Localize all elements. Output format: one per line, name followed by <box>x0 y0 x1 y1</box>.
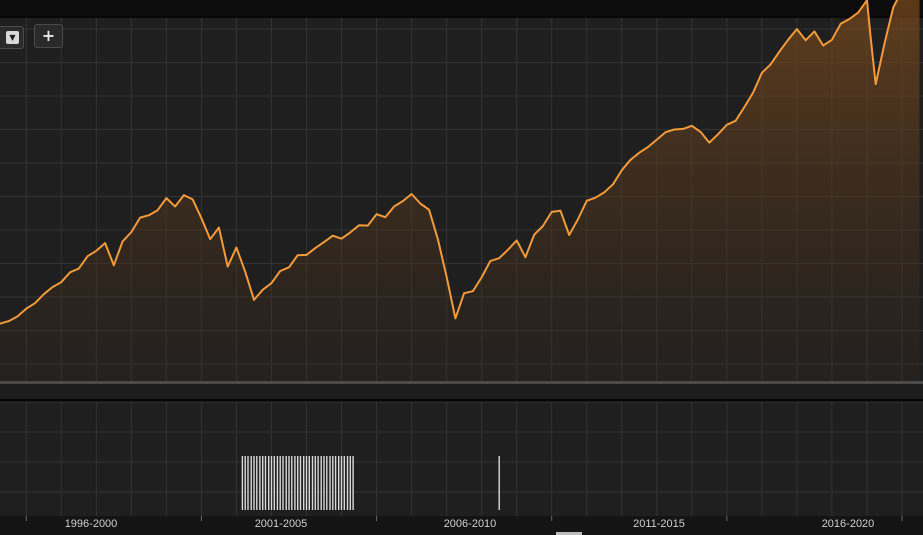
volume-bar <box>259 456 261 510</box>
volume-bar <box>311 456 314 510</box>
volume-bar <box>334 456 337 510</box>
volume-bar <box>326 456 328 510</box>
volume-bar <box>332 456 334 510</box>
period-label-2016-2020: 2016-2020 <box>821 518 875 530</box>
volume-bar <box>317 456 319 510</box>
triangle-down-icon: ▼ <box>6 31 19 44</box>
volume-bar <box>305 456 308 510</box>
volume-bar <box>253 456 255 510</box>
volume-bar <box>349 456 351 510</box>
volume-bar <box>279 456 281 510</box>
period-label-2011-2015: 2011-2015 <box>633 518 685 530</box>
volume-bar <box>244 456 246 510</box>
volume-bar <box>282 456 284 510</box>
volume-bar <box>299 456 302 510</box>
volume-bar <box>273 456 275 510</box>
volume-bar <box>294 456 296 510</box>
price-chart <box>0 0 923 535</box>
volume-bar <box>308 456 310 510</box>
volume-bar <box>340 456 343 510</box>
volume-bar <box>268 456 270 510</box>
period-label-1996-2000: 1996-2000 <box>64 518 118 530</box>
volume-bar <box>288 456 290 510</box>
volume-bar <box>329 456 331 510</box>
volume-bar <box>291 456 293 510</box>
volume-bar <box>285 456 287 510</box>
panel-gap <box>0 384 923 399</box>
volume-bar <box>343 456 345 510</box>
plus-icon: + <box>41 26 56 45</box>
volume-bar <box>276 456 279 510</box>
volume-bar <box>314 456 316 510</box>
volume-bar <box>297 456 299 510</box>
volume-plot-background <box>0 402 923 517</box>
volume-bar <box>346 456 349 510</box>
volume-bar <box>498 456 500 510</box>
period-label-2006-2010: 2006-2010 <box>443 518 497 530</box>
volume-bar <box>250 456 252 510</box>
volume-bar <box>338 456 340 510</box>
volume-bar <box>352 456 354 510</box>
volume-bar <box>303 456 305 510</box>
volume-bar <box>320 456 322 510</box>
volume-bar <box>247 456 249 510</box>
volume-bar <box>323 456 325 510</box>
add-series-button[interactable]: + <box>34 24 63 48</box>
main-baseline <box>0 381 923 384</box>
series-dropdown-button[interactable]: ▼ <box>0 26 24 49</box>
volume-bar <box>262 456 264 510</box>
volume-bar <box>241 456 244 510</box>
volume-bar <box>270 456 273 510</box>
period-label-2001-2005: 2001-2005 <box>254 518 308 530</box>
volume-bar <box>264 456 267 510</box>
volume-bar <box>256 456 258 510</box>
